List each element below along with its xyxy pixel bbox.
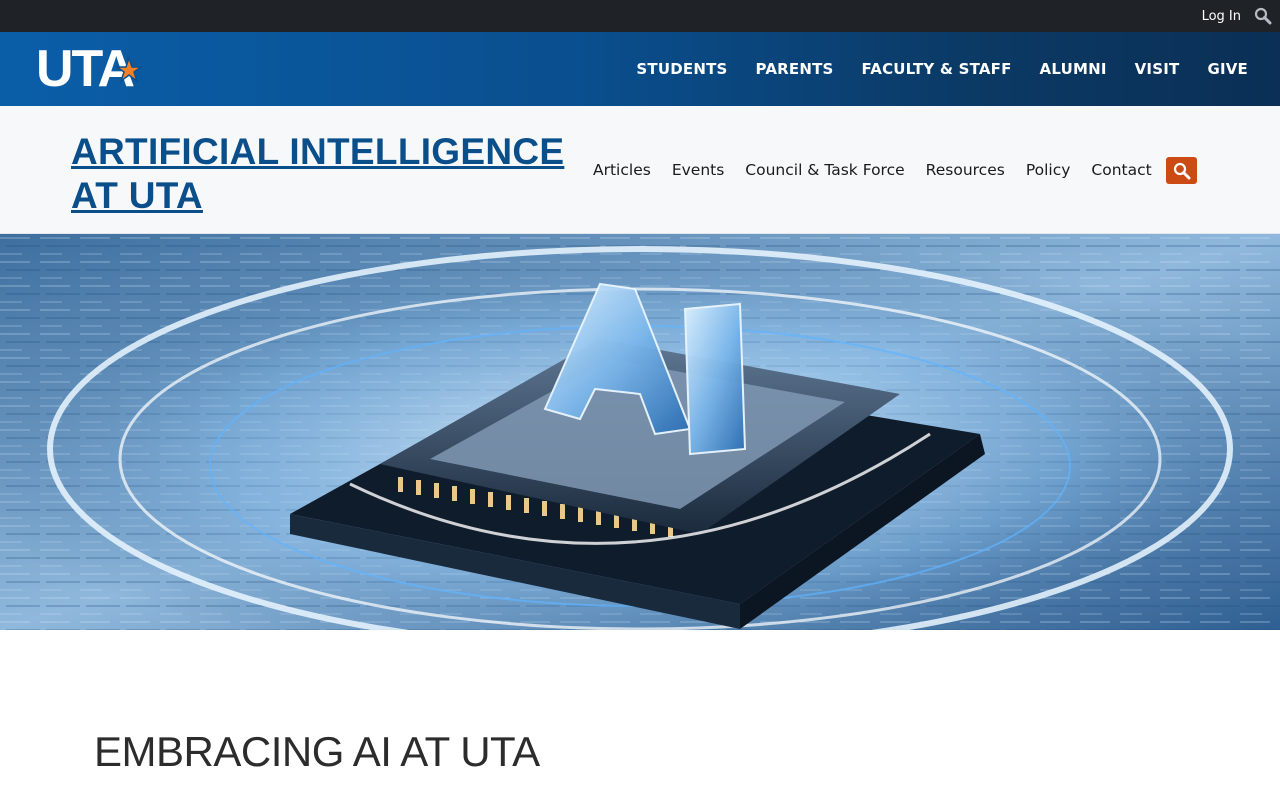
site-nav-contact[interactable]: Contact — [1091, 161, 1151, 179]
site-nav-articles[interactable]: Articles — [593, 161, 651, 179]
search-icon[interactable] — [1254, 7, 1272, 25]
brand-bar: UTA STUDENTS PARENTS FACULTY & STAFF ALU… — [0, 32, 1280, 106]
utility-bar: Log In — [0, 0, 1280, 32]
site-title[interactable]: ARTIFICIAL INTELLIGENCE AT UTA — [71, 130, 571, 218]
main-nav: STUDENTS PARENTS FACULTY & STAFF ALUMNI … — [636, 32, 1248, 106]
page-heading: EMBRACING AI AT UTA — [94, 728, 540, 775]
site-nav-council[interactable]: Council & Task Force — [745, 161, 904, 179]
site-search-button[interactable] — [1166, 157, 1197, 184]
site-nav-policy[interactable]: Policy — [1026, 161, 1071, 179]
site-title-line1: ARTIFICIAL INTELLIGENCE — [71, 131, 565, 172]
login-link[interactable]: Log In — [1202, 9, 1241, 24]
search-icon — [1173, 162, 1190, 179]
nav-parents[interactable]: PARENTS — [756, 60, 834, 78]
nav-alumni[interactable]: ALUMNI — [1040, 60, 1107, 78]
site-nav-events[interactable]: Events — [672, 161, 724, 179]
site-nav: Articles Events Council & Task Force Res… — [593, 106, 1152, 234]
nav-give[interactable]: GIVE — [1207, 60, 1248, 78]
site-title-line2: AT UTA — [71, 175, 203, 216]
site-nav-resources[interactable]: Resources — [926, 161, 1005, 179]
nav-faculty-staff[interactable]: FACULTY & STAFF — [862, 60, 1012, 78]
nav-students[interactable]: STUDENTS — [636, 60, 727, 78]
nav-visit[interactable]: VISIT — [1135, 60, 1180, 78]
site-header: ARTIFICIAL INTELLIGENCE AT UTA Articles … — [0, 106, 1280, 234]
uta-logo[interactable]: UTA — [36, 40, 156, 98]
hero-image — [0, 234, 1280, 630]
